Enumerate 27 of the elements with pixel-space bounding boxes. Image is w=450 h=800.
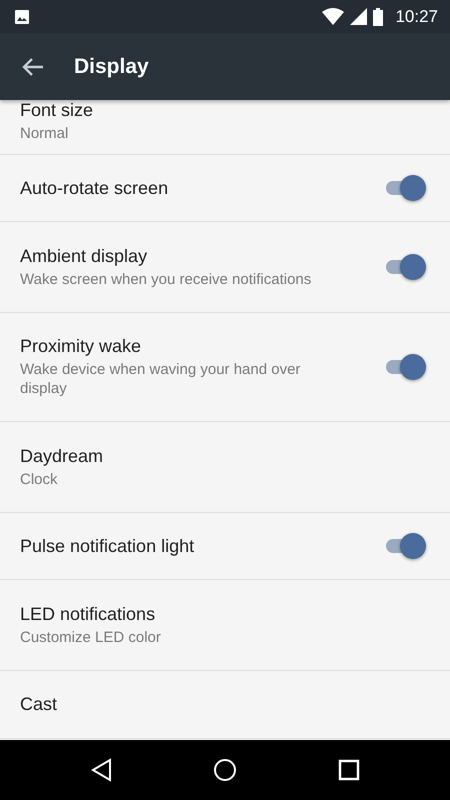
- back-icon[interactable]: [90, 758, 112, 782]
- setting-title[interactable]: Cast: [20, 694, 428, 715]
- toggle-switch[interactable]: [384, 354, 428, 380]
- setting-title[interactable]: Font size: [20, 100, 428, 121]
- setting-summary: Wake screen when you receive notifications: [20, 270, 312, 288]
- setting-title[interactable]: LED notifications: [20, 604, 428, 624]
- wifi-icon: [322, 8, 344, 25]
- back-arrow-icon[interactable]: [22, 56, 44, 76]
- toggle-switch[interactable]: [384, 254, 428, 280]
- screen-title: Display: [74, 54, 149, 78]
- setting-title[interactable]: Ambient display: [20, 246, 372, 266]
- home-icon[interactable]: [212, 758, 237, 782]
- setting-summary: Customize LED color: [20, 628, 162, 646]
- clock-time: 10:27: [395, 6, 438, 26]
- setting-summary: Normal: [20, 124, 70, 143]
- toggle-switch[interactable]: [384, 533, 428, 559]
- setting-title[interactable]: Daydream: [20, 446, 428, 466]
- setting-summary: Clock: [20, 470, 59, 488]
- setting-title[interactable]: Auto-rotate screen: [20, 178, 372, 198]
- toggle-switch[interactable]: [384, 175, 428, 201]
- setting-summary: Wake device when waving your hand over display: [20, 360, 302, 398]
- signal-icon: [350, 8, 368, 25]
- setting-title[interactable]: Pulse notification light: [20, 536, 372, 556]
- recents-icon[interactable]: [338, 759, 360, 781]
- battery-icon: [373, 8, 384, 26]
- setting-title[interactable]: Proximity wake: [20, 336, 372, 357]
- image-icon: [14, 8, 30, 24]
